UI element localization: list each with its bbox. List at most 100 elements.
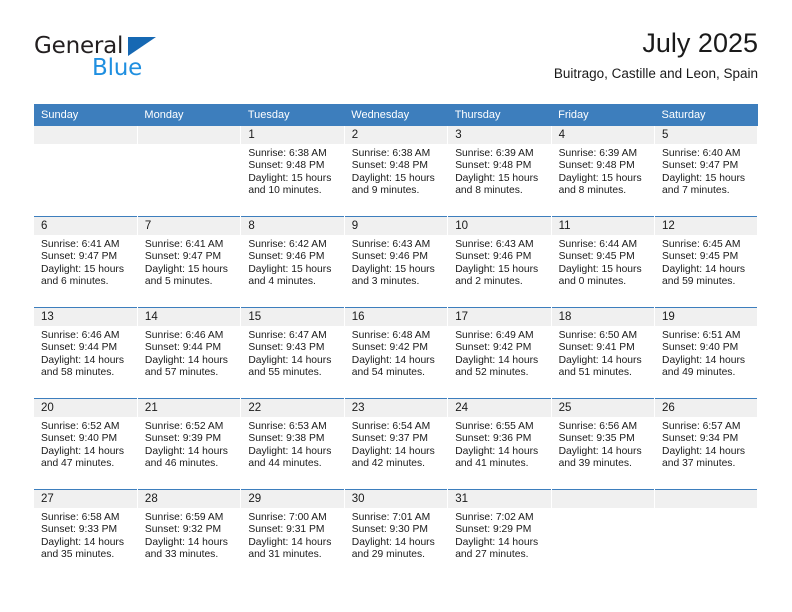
calendar-cell-empty [654, 489, 759, 580]
calendar-day-cell[interactable]: 21 Sunrise: 6:52 AM Sunset: 9:39 PM Dayligh… [137, 398, 242, 490]
calendar-day-cell[interactable]: 27 Sunrise: 6:58 AM Sunset: 9:33 PM Dayligh… [34, 489, 138, 580]
calendar-day-cell[interactable]: 1 Sunrise: 6:38 AM Sunset: 9:48 PM Daylight… [240, 126, 345, 217]
sunset-text: Sunset: 9:35 PM [558, 433, 635, 445]
page-subtitle: Buitrago, Castille and Leon, Spain [553, 66, 758, 81]
calendar-day-cell[interactable]: 31 Sunrise: 7:02 AM Sunset: 9:29 PM Dayligh… [447, 489, 552, 580]
day-number: 11 [551, 217, 654, 235]
day-number: 31 [448, 490, 551, 508]
day-cell-inner: 17 Sunrise: 6:49 AM Sunset: 9:42 PM Dayligh… [448, 308, 551, 399]
calendar-day-cell[interactable]: 16 Sunrise: 6:48 AM Sunset: 9:42 PM Dayligh… [344, 307, 449, 399]
calendar-day-cell[interactable]: 19 Sunrise: 6:51 AM Sunset: 9:40 PM Dayligh… [654, 307, 759, 399]
sunrise-text: Sunrise: 6:38 AM [351, 148, 431, 159]
sunset-text: Sunset: 9:38 PM [248, 433, 325, 445]
calendar-day-cell[interactable]: 8 Sunrise: 6:42 AM Sunset: 9:46 PM Daylight… [240, 216, 345, 308]
calendar-week-row: 1 Sunrise: 6:38 AM Sunset: 9:48 PM Daylight… [34, 126, 759, 217]
sunset-text: Sunset: 9:44 PM [41, 342, 118, 354]
calendar-day-cell[interactable]: 22 Sunrise: 6:53 AM Sunset: 9:38 PM Dayligh… [240, 398, 345, 490]
sunset-text: Sunset: 9:46 PM [455, 251, 532, 263]
sunrise-text: Sunrise: 6:49 AM [455, 330, 534, 341]
calendar-day-cell[interactable]: 5 Sunrise: 6:40 AM Sunset: 9:47 PM Daylight… [654, 126, 759, 217]
day-details: Sunrise: 6:55 AM Sunset: 9:36 PM Daylight:… [448, 417, 550, 471]
calendar-week-row: 20 Sunrise: 6:52 AM Sunset: 9:40 PM Dayligh… [34, 398, 759, 490]
day-details: Sunrise: 6:40 AM Sunset: 9:47 PM Daylight:… [655, 144, 757, 198]
sunset-text: Sunset: 9:40 PM [662, 342, 739, 354]
daylight-text-line2: and 42 minutes. [351, 458, 426, 470]
day-number: 5 [655, 126, 757, 144]
sunset-text: Sunset: 9:45 PM [662, 251, 739, 263]
day-cell-inner: 31 Sunrise: 7:02 AM Sunset: 9:29 PM Dayligh… [448, 490, 551, 580]
calendar-day-cell[interactable]: 3 Sunrise: 6:39 AM Sunset: 9:48 PM Daylight… [447, 126, 552, 217]
sunset-text: Sunset: 9:48 PM [248, 160, 325, 172]
calendar-day-cell[interactable]: 6 Sunrise: 6:41 AM Sunset: 9:47 PM Daylight… [34, 216, 138, 308]
weekday-header-wednesday: Wednesday [344, 104, 448, 126]
calendar-day-cell[interactable]: 24 Sunrise: 6:55 AM Sunset: 9:36 PM Dayligh… [447, 398, 552, 490]
sunrise-text: Sunrise: 6:40 AM [662, 148, 741, 159]
sunset-text: Sunset: 9:46 PM [248, 251, 325, 263]
calendar-day-cell[interactable]: 14 Sunrise: 6:46 AM Sunset: 9:44 PM Dayligh… [137, 307, 242, 399]
daylight-text-line2: and 9 minutes. [351, 185, 420, 197]
calendar-day-cell[interactable]: 4 Sunrise: 6:39 AM Sunset: 9:48 PM Daylight… [551, 126, 656, 217]
calendar-day-cell[interactable]: 29 Sunrise: 7:00 AM Sunset: 9:31 PM Dayligh… [240, 489, 345, 580]
day-details: Sunrise: 7:01 AM Sunset: 9:30 PM Daylight:… [345, 508, 447, 562]
daylight-text-line2: and 41 minutes. [455, 458, 529, 470]
day-details: Sunrise: 7:00 AM Sunset: 9:31 PM Daylight:… [241, 508, 343, 562]
day-details: Sunrise: 6:41 AM Sunset: 9:47 PM Daylight:… [138, 235, 240, 289]
day-number: 13 [34, 308, 137, 326]
sunset-text: Sunset: 9:44 PM [144, 342, 222, 354]
day-number [551, 490, 654, 508]
calendar-day-cell[interactable]: 9 Sunrise: 6:43 AM Sunset: 9:46 PM Daylight… [344, 216, 449, 308]
daylight-text-line2: and 35 minutes. [41, 549, 115, 561]
daylight-text-line1: Daylight: 14 hours [455, 445, 539, 457]
daylight-text-line1: Daylight: 15 hours [248, 172, 332, 184]
calendar-day-cell[interactable]: 10 Sunrise: 6:43 AM Sunset: 9:46 PM Dayligh… [447, 216, 552, 308]
day-details: Sunrise: 6:50 AM Sunset: 9:41 PM Daylight:… [552, 326, 654, 380]
day-cell-inner: 10 Sunrise: 6:43 AM Sunset: 9:46 PM Dayligh… [448, 217, 551, 308]
daylight-text-line2: and 54 minutes. [351, 367, 426, 379]
sunrise-text: Sunrise: 6:52 AM [41, 421, 120, 432]
calendar-day-cell[interactable]: 26 Sunrise: 6:57 AM Sunset: 9:34 PM Dayligh… [654, 398, 759, 490]
weekday-header-thursday: Thursday [447, 104, 552, 126]
day-cell-inner: 21 Sunrise: 6:52 AM Sunset: 9:39 PM Dayligh… [137, 399, 240, 490]
daylight-text-line2: and 57 minutes. [144, 367, 219, 379]
calendar-day-cell[interactable]: 17 Sunrise: 6:49 AM Sunset: 9:42 PM Dayligh… [447, 307, 552, 399]
calendar-day-cell[interactable]: 30 Sunrise: 7:01 AM Sunset: 9:30 PM Dayligh… [344, 489, 449, 580]
weekday-header-monday: Monday [137, 104, 241, 126]
calendar-day-cell[interactable]: 25 Sunrise: 6:56 AM Sunset: 9:35 PM Dayligh… [551, 398, 656, 490]
sunrise-text: Sunrise: 7:02 AM [455, 512, 534, 523]
calendar-day-cell[interactable]: 7 Sunrise: 6:41 AM Sunset: 9:47 PM Daylight… [137, 216, 242, 308]
daylight-text-line1: Daylight: 14 hours [41, 445, 124, 457]
day-number: 17 [448, 308, 551, 326]
calendar-day-cell[interactable]: 2 Sunrise: 6:38 AM Sunset: 9:48 PM Daylight… [344, 126, 449, 217]
day-number: 10 [448, 217, 551, 235]
day-number: 29 [241, 490, 344, 508]
calendar-day-cell[interactable]: 15 Sunrise: 6:47 AM Sunset: 9:43 PM Dayligh… [240, 307, 345, 399]
daylight-text-line1: Daylight: 14 hours [41, 354, 124, 366]
day-details: Sunrise: 6:54 AM Sunset: 9:37 PM Daylight:… [345, 417, 447, 471]
daylight-text-line2: and 44 minutes. [248, 458, 322, 470]
day-number: 20 [34, 399, 137, 417]
day-cell-inner [137, 126, 240, 216]
calendar-day-cell[interactable]: 18 Sunrise: 6:50 AM Sunset: 9:41 PM Dayligh… [551, 307, 656, 399]
day-number: 6 [34, 217, 137, 235]
calendar-day-cell[interactable]: 11 Sunrise: 6:44 AM Sunset: 9:45 PM Dayligh… [551, 216, 656, 308]
day-details: Sunrise: 6:38 AM Sunset: 9:48 PM Daylight:… [345, 144, 447, 198]
calendar-day-cell[interactable]: 28 Sunrise: 6:59 AM Sunset: 9:32 PM Dayligh… [137, 489, 242, 580]
daylight-text-line2: and 31 minutes. [248, 549, 322, 561]
daylight-text-line1: Daylight: 14 hours [351, 445, 435, 457]
sunset-text: Sunset: 9:42 PM [351, 342, 428, 354]
day-number: 4 [551, 126, 654, 144]
calendar-day-cell[interactable]: 23 Sunrise: 6:54 AM Sunset: 9:37 PM Dayligh… [344, 398, 449, 490]
daylight-text-line1: Daylight: 15 hours [558, 172, 642, 184]
daylight-text-line1: Daylight: 15 hours [41, 263, 124, 275]
day-number: 1 [241, 126, 344, 144]
daylight-text-line1: Daylight: 14 hours [662, 354, 746, 366]
calendar-day-cell[interactable]: 13 Sunrise: 6:46 AM Sunset: 9:44 PM Dayligh… [34, 307, 138, 399]
generalblue-logo[interactable]: General Blue [34, 34, 234, 90]
day-cell-inner: 6 Sunrise: 6:41 AM Sunset: 9:47 PM Daylight… [34, 217, 137, 308]
calendar-day-cell[interactable]: 20 Sunrise: 6:52 AM Sunset: 9:40 PM Dayligh… [34, 398, 138, 490]
daylight-text-line2: and 58 minutes. [41, 367, 115, 379]
daylight-text-line1: Daylight: 14 hours [41, 536, 124, 548]
day-cell-inner: 8 Sunrise: 6:42 AM Sunset: 9:46 PM Daylight… [241, 217, 344, 308]
calendar-day-cell[interactable]: 12 Sunrise: 6:45 AM Sunset: 9:45 PM Dayligh… [654, 216, 759, 308]
day-number: 7 [137, 217, 240, 235]
